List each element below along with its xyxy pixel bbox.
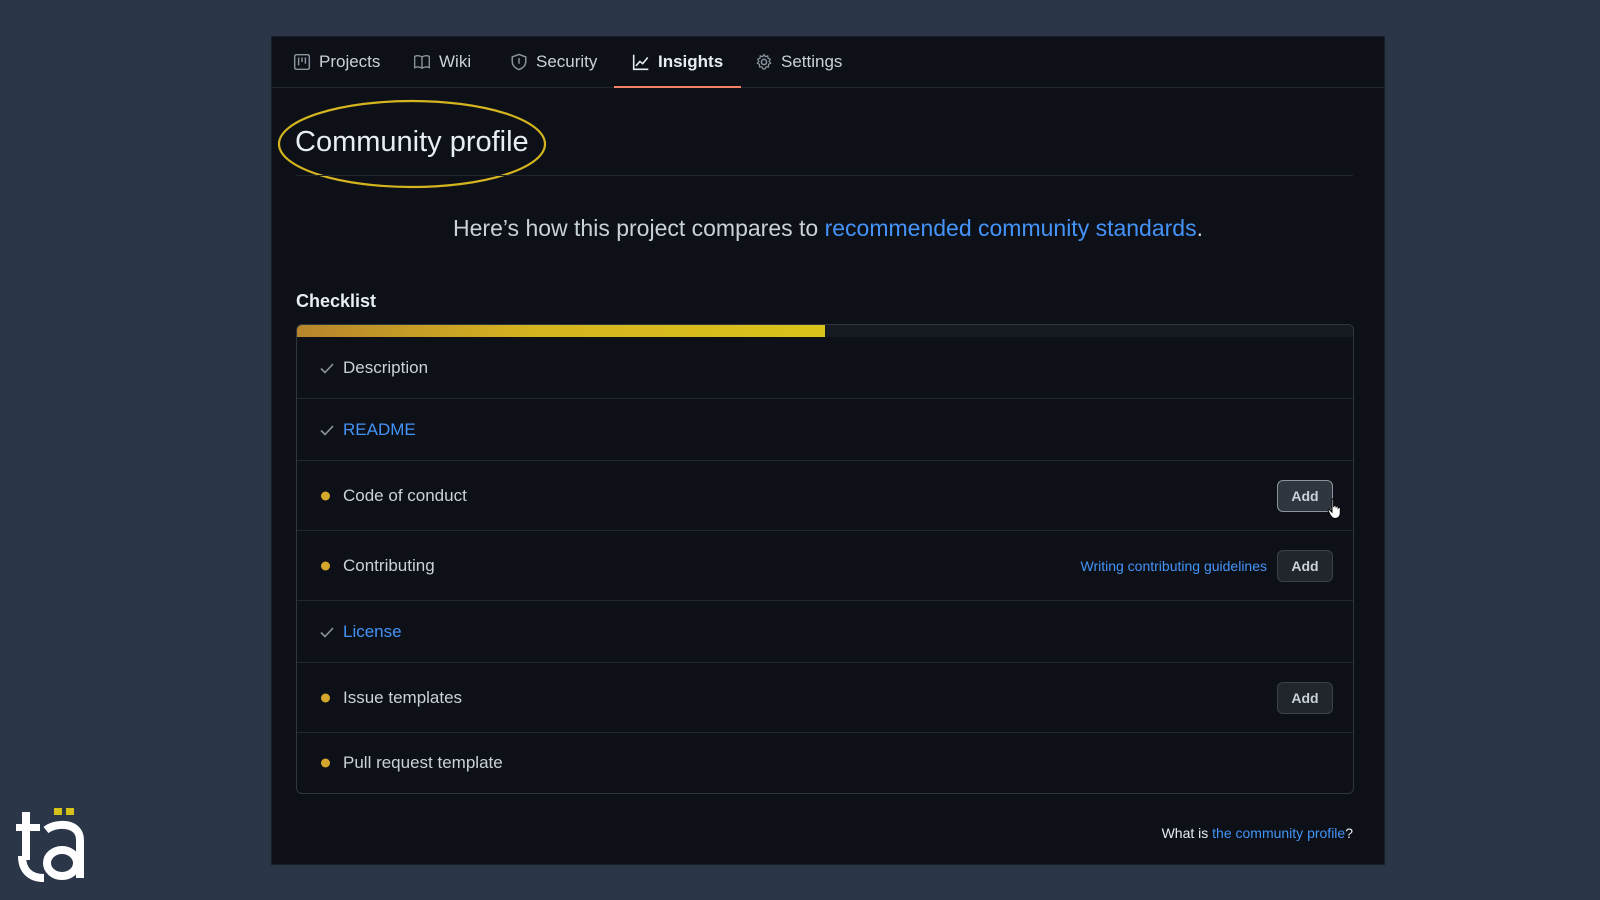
item-label: Contributing	[343, 555, 435, 575]
checklist-row-description: Description	[297, 337, 1353, 399]
graph-icon	[632, 54, 649, 71]
missing-dot-icon	[321, 693, 330, 702]
tab-label: Security	[536, 52, 598, 71]
page-title: Community profile	[295, 126, 529, 158]
title-divider	[296, 175, 1353, 176]
add-issue-templates-button[interactable]: Add	[1277, 681, 1333, 714]
footer-prefix: What is	[1161, 825, 1213, 841]
item-label: Code of conduct	[343, 485, 467, 505]
checklist-row-issue-templates: Issue templates Add	[297, 663, 1353, 733]
item-label: Issue templates	[343, 687, 463, 707]
repo-tab-bar: Projects Wiki Security Insights Settings	[272, 37, 1384, 88]
checklist-row-pull-request-template: Pull request template	[297, 733, 1353, 793]
tab-label: Insights	[658, 52, 724, 71]
checklist-progress-bar	[297, 325, 1353, 337]
add-code-of-conduct-button[interactable]: Add	[1277, 479, 1333, 512]
check-icon	[320, 626, 334, 638]
ta-logo-icon	[16, 808, 84, 882]
add-contributing-button[interactable]: Add	[1277, 549, 1333, 582]
checklist-row-code-of-conduct: Code of conduct Add	[297, 461, 1353, 531]
progress-fill	[297, 325, 825, 337]
check-icon	[320, 424, 334, 436]
project-icon	[293, 53, 311, 71]
item-label: Description	[343, 357, 429, 377]
tab-projects[interactable]: Projects	[293, 37, 380, 87]
tab-settings[interactable]: Settings	[755, 37, 842, 87]
checklist-row-license: License	[297, 601, 1353, 663]
community-profile-footer: What is the community profile?	[1162, 825, 1353, 841]
shield-icon	[511, 53, 527, 71]
community-profile-link[interactable]: the community profile	[1212, 825, 1345, 841]
gear-icon	[756, 53, 772, 70]
readme-link[interactable]: README	[343, 420, 416, 440]
checklist-row-contributing: Contributing Writing contributing guidel…	[297, 531, 1353, 601]
missing-dot-icon	[321, 758, 330, 768]
check-icon	[320, 362, 334, 374]
channel-logo	[16, 808, 86, 891]
intro-suffix: .	[1196, 215, 1203, 241]
tab-wiki[interactable]: Wiki	[413, 37, 471, 87]
item-label: Pull request template	[343, 753, 503, 772]
license-link[interactable]: License	[343, 622, 402, 642]
book-icon	[414, 55, 430, 69]
hand-pointer-cursor-icon	[1327, 498, 1341, 520]
checklist-heading: Checklist	[296, 291, 377, 311]
contributing-guidelines-link[interactable]: Writing contributing guidelines	[1080, 558, 1267, 574]
tab-security[interactable]: Security	[510, 37, 597, 87]
footer-suffix: ?	[1345, 825, 1353, 841]
tab-label: Projects	[319, 52, 381, 71]
missing-dot-icon	[321, 491, 330, 500]
tab-label: Wiki	[439, 52, 472, 71]
tab-insights[interactable]: Insights	[613, 37, 742, 88]
community-standards-link[interactable]: recommended community standards	[825, 215, 1197, 241]
checklist-row-readme: README	[297, 399, 1353, 461]
missing-dot-icon	[321, 561, 330, 570]
intro-text: Here’s how this project compares to reco…	[272, 215, 1384, 242]
tab-label: Settings	[781, 52, 843, 71]
github-repo-window: Projects Wiki Security Insights Settings…	[271, 36, 1385, 865]
intro-prefix: Here’s how this project compares to	[453, 215, 825, 241]
checklist: Description README Code of conduct Add C…	[296, 324, 1354, 794]
